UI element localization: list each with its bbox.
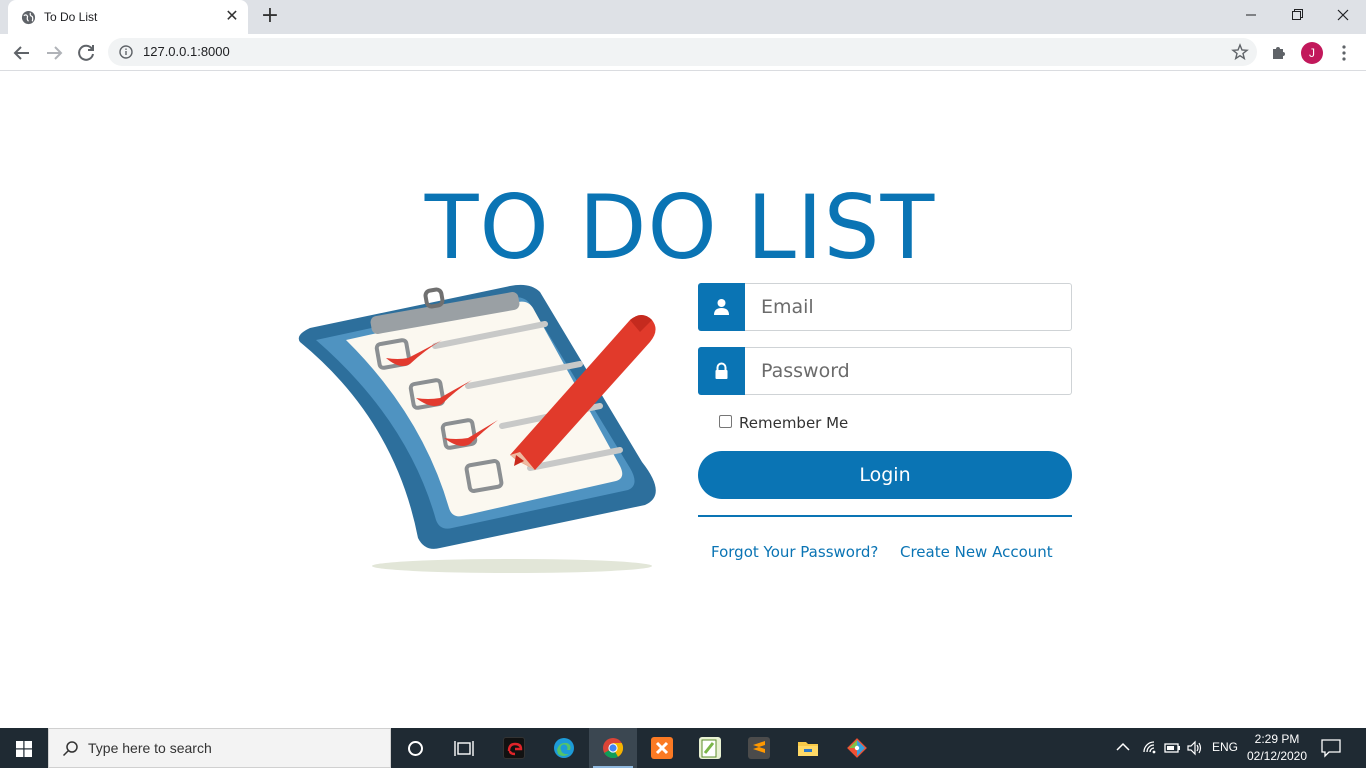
taskbar-app-garena[interactable] (490, 728, 538, 768)
cortana-button[interactable] (392, 728, 440, 768)
login-button[interactable]: Login (698, 451, 1072, 499)
extensions-puzzle-icon[interactable] (1270, 43, 1288, 61)
bookmark-star-icon[interactable] (1231, 43, 1249, 61)
system-clock[interactable]: 2:29 PM 02/12/2020 (1242, 731, 1312, 765)
taskbar-app-sublime[interactable] (735, 728, 783, 768)
close-window-button[interactable] (1320, 0, 1366, 30)
form-divider (698, 515, 1072, 517)
taskbar-app-edge[interactable] (540, 728, 588, 768)
remember-me-checkbox[interactable] (719, 415, 732, 428)
search-icon (62, 741, 78, 757)
email-addon (698, 283, 745, 331)
notifications-icon[interactable] (1320, 738, 1342, 758)
taskbar-app-chrome[interactable] (589, 728, 637, 768)
windows-logo-icon (16, 741, 32, 757)
task-view-icon (454, 741, 474, 756)
notepad-plus-icon (699, 737, 721, 759)
garena-icon (503, 737, 525, 759)
minimize-button[interactable] (1228, 0, 1274, 30)
battery-icon[interactable] (1163, 740, 1181, 756)
tab-close-icon[interactable]: ✕ (224, 8, 240, 24)
reload-icon[interactable] (72, 39, 100, 67)
clock-date: 02/12/2020 (1246, 749, 1308, 763)
taskbar-search[interactable]: Type here to search (48, 728, 391, 768)
browser-tab[interactable]: To Do List ✕ (8, 0, 248, 34)
email-field[interactable] (745, 283, 1072, 331)
start-button[interactable] (0, 728, 48, 768)
info-icon[interactable] (119, 45, 133, 59)
volume-icon[interactable] (1186, 740, 1204, 756)
windows-taskbar: Type here to search ENG 2:29 PM 02/12/20… (0, 728, 1366, 768)
xampp-icon (651, 737, 673, 759)
taskbar-app-xampp[interactable] (638, 728, 686, 768)
restore-button[interactable] (1274, 0, 1320, 30)
clock-time: 2:29 PM (1254, 732, 1300, 746)
tab-title: To Do List (44, 10, 98, 24)
globe-icon (21, 10, 36, 25)
taskbar-app-git[interactable] (833, 728, 881, 768)
chrome-icon (603, 738, 624, 759)
forgot-password-link[interactable]: Forgot Your Password? (711, 543, 878, 561)
email-input-group (698, 283, 1072, 331)
browser-toolbar: 127.0.0.1:8000 J (0, 34, 1366, 71)
password-field[interactable] (745, 347, 1072, 395)
chevron-up-icon[interactable] (1116, 742, 1130, 752)
cortana-icon (408, 741, 423, 756)
edge-icon (554, 738, 574, 758)
password-input-group (698, 347, 1072, 395)
task-view-button[interactable] (440, 728, 488, 768)
page-title: TO DO LIST (424, 176, 936, 279)
address-bar[interactable]: 127.0.0.1:8000 (108, 38, 1257, 66)
back-arrow-icon[interactable] (8, 39, 36, 67)
kebab-menu-icon[interactable] (1336, 44, 1352, 62)
search-placeholder: Type here to search (88, 740, 212, 756)
create-account-link[interactable]: Create New Account (900, 543, 1053, 561)
forward-arrow-icon[interactable] (40, 39, 68, 67)
wifi-icon[interactable] (1142, 740, 1158, 756)
taskbar-app-notepad-plus[interactable] (686, 728, 734, 768)
sublime-text-icon (748, 737, 770, 759)
clipboard-checklist-illustration (298, 284, 656, 573)
user-icon (714, 299, 729, 315)
language-indicator[interactable]: ENG (1212, 740, 1238, 754)
lock-icon (715, 362, 728, 379)
new-tab-icon[interactable]: + (258, 4, 282, 28)
url-text: 127.0.0.1:8000 (143, 44, 230, 59)
file-explorer-icon (798, 742, 818, 756)
browser-tab-strip: To Do List ✕ + (0, 0, 1366, 34)
profile-avatar[interactable]: J (1301, 42, 1323, 64)
remember-me-label[interactable]: Remember Me (739, 414, 848, 432)
taskbar-app-explorer[interactable] (784, 728, 832, 768)
git-icon (847, 738, 867, 758)
password-addon (698, 347, 745, 395)
